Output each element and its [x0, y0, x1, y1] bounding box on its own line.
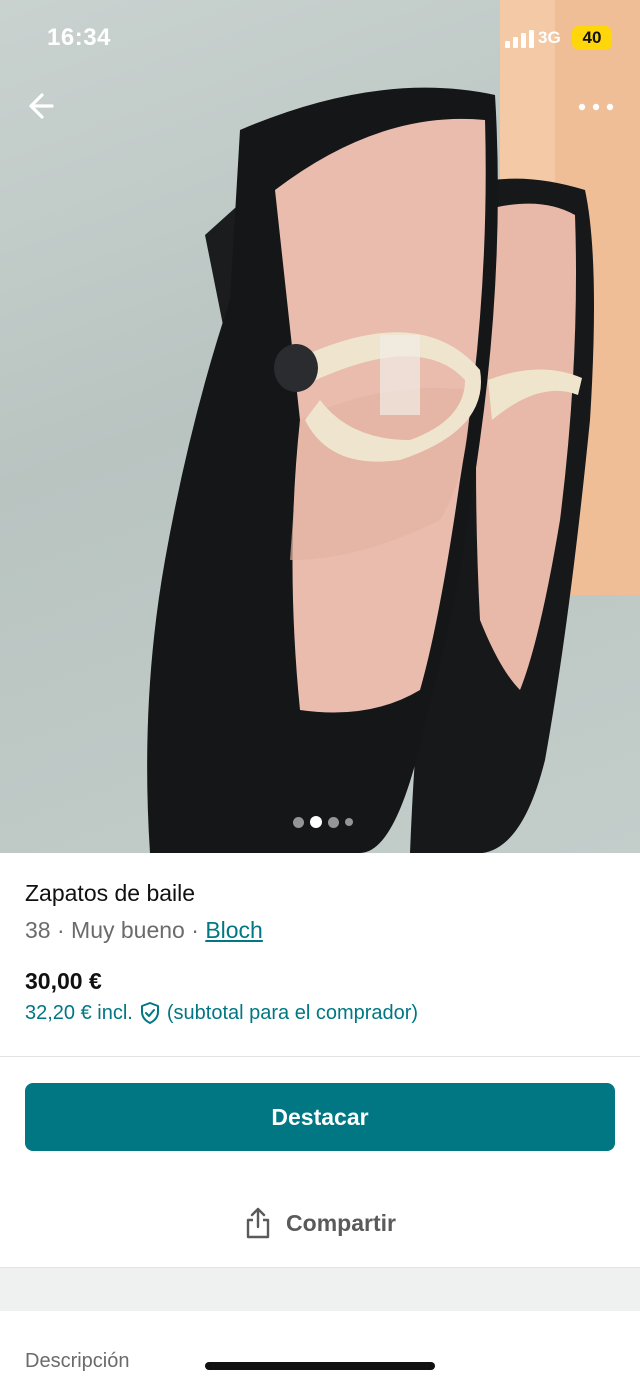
carousel-dot-active	[310, 816, 322, 828]
carousel-dot	[345, 818, 353, 826]
listing-size: 38	[25, 917, 51, 943]
carousel-dot	[328, 816, 339, 828]
battery-indicator: 40	[572, 26, 612, 50]
home-indicator[interactable]	[205, 1362, 435, 1370]
brand-link[interactable]: Bloch	[205, 917, 263, 943]
section-separator	[0, 1267, 640, 1311]
buyer-price[interactable]: 32,20 € incl. (subtotal para el comprado…	[25, 1001, 615, 1025]
share-label: Compartir	[286, 1209, 396, 1236]
meta-separator: ·	[191, 917, 199, 943]
listing-info: Zapatos de baile 38 · Muy bueno · Bloch …	[25, 880, 615, 1025]
more-horizontal-icon[interactable]	[574, 92, 618, 122]
listing-condition: Muy bueno	[71, 917, 185, 943]
status-bar: 16:34 3G 40	[0, 0, 640, 80]
carousel-dots	[293, 816, 353, 828]
status-time: 16:34	[47, 24, 111, 51]
listing-title: Zapatos de baile	[25, 880, 196, 906]
carousel-dot	[293, 816, 304, 828]
shield-check-icon	[140, 1002, 159, 1024]
signal-icon	[505, 30, 534, 48]
product-image	[147, 0, 640, 853]
divider	[0, 1056, 640, 1057]
bump-button[interactable]: Destacar	[25, 1083, 615, 1151]
description-heading: Descripción	[25, 1350, 130, 1372]
product-photo[interactable]: 16:34 3G 40	[0, 0, 640, 853]
buyer-price-note: (subtotal para el comprador)	[166, 1001, 419, 1024]
listing-price: 30,00 €	[25, 968, 102, 994]
arrow-left-icon[interactable]	[24, 88, 64, 124]
meta-separator: ·	[56, 917, 65, 943]
network-type: 3G	[538, 28, 561, 47]
share-icon	[246, 1207, 270, 1239]
share-button[interactable]: Compartir	[0, 1200, 640, 1246]
buyer-price-value: 32,20 € incl.	[25, 1001, 133, 1024]
listing-meta: 38 · Muy bueno · Bloch	[25, 917, 615, 944]
